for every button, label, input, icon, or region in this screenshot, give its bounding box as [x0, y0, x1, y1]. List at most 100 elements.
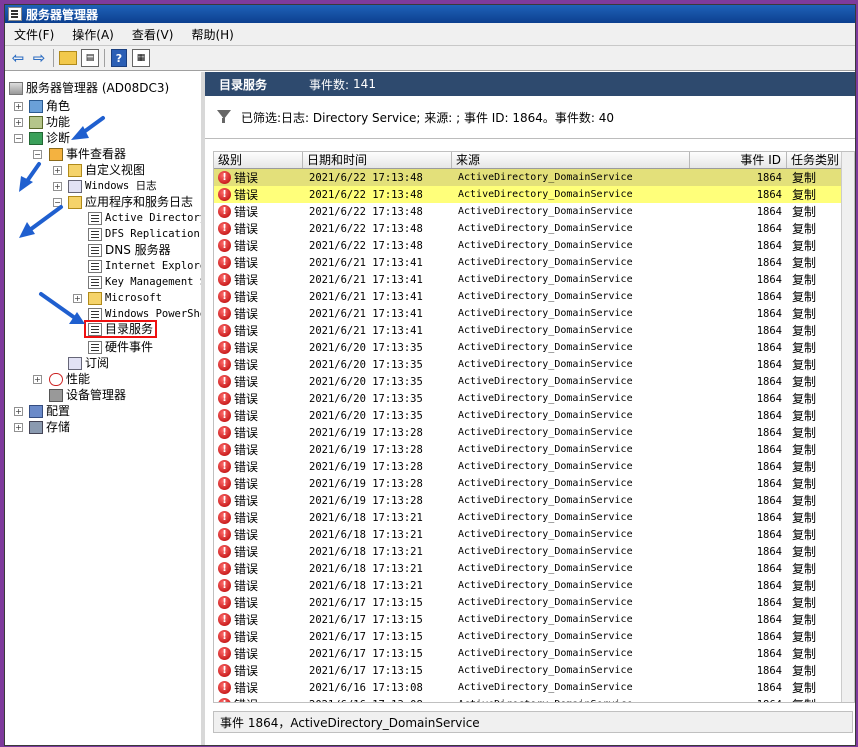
table-row[interactable]: !错误2021/6/16 17:13:08ActiveDirectory_Dom…: [214, 696, 854, 703]
cell-level-text: 错误: [234, 307, 259, 321]
error-icon: !: [218, 239, 231, 252]
cell-datetime: 2021/6/19 17:13:28: [309, 477, 423, 490]
table-row[interactable]: ! 错误 2021/6/18 17:13:21 ActiveDirectory_Dom…: [214, 577, 854, 594]
table-row[interactable]: !错误2021/6/16 17:13:08ActiveDirectory_Dom…: [214, 679, 854, 696]
column-header-level[interactable]: 级别: [214, 152, 303, 168]
cell-level: !错误: [214, 543, 303, 560]
cell-level-text: 错误: [234, 630, 259, 644]
properties-icon[interactable]: ▦: [132, 49, 150, 67]
cell-event-id: 1864: [756, 613, 782, 626]
cell-datetime: 2021/6/21 17:13:41: [309, 307, 423, 320]
cell-event-id: 1864: [756, 188, 782, 201]
cell-level-text: 错误: [234, 239, 259, 253]
show-hide-tree-icon[interactable]: ▤: [81, 49, 99, 67]
cell-datetime: 2021/6/17 17:13:15: [309, 664, 423, 677]
table-row[interactable]: ! 错误 2021/6/18 17:13:21 ActiveDirectory_Dom…: [214, 509, 854, 526]
cell-event-id: 1864: [756, 477, 782, 490]
table-row[interactable]: ! 错误 2021/6/22 17:13:48 ActiveDirectory_Dom…: [214, 169, 854, 186]
table-row[interactable]: ! 错误 2021/6/20 17:13:35 ActiveDirectory_Dom…: [214, 407, 854, 424]
cell-task-category: 复制: [792, 647, 817, 661]
menu-file[interactable]: 文件(F): [5, 26, 63, 43]
tree-item-storage[interactable]: 存储: [29, 419, 70, 435]
column-header-task-category[interactable]: 任务类别: [787, 152, 847, 168]
expand-configuration-toggle[interactable]: +: [14, 407, 23, 416]
cell-task-category: 复制: [792, 375, 817, 389]
cell-event-id: 1864: [756, 511, 782, 524]
table-row[interactable]: ! 错误 2021/6/19 17:13:28 ActiveDirectory_Dom…: [214, 424, 854, 441]
menu-view[interactable]: 查看(V): [123, 26, 183, 43]
column-header-event-id[interactable]: 事件 ID: [690, 152, 787, 168]
cell-event-id: 1864: [756, 630, 782, 643]
cell-datetime: 2021/6/21 17:13:41: [309, 256, 423, 269]
table-row[interactable]: ! 错误 2021/6/20 17:13:35 ActiveDirectory_Dom…: [214, 373, 854, 390]
cell-level: !错误: [214, 696, 303, 702]
cell-datetime: 2021/6/22 17:13:48: [309, 205, 423, 218]
vertical-scrollbar[interactable]: [841, 152, 854, 702]
table-row[interactable]: ! 错误 2021/6/21 17:13:41 ActiveDirectory_Dom…: [214, 271, 854, 288]
cell-datetime: 2021/6/21 17:13:41: [309, 290, 423, 303]
cell-event-id: 1864: [756, 409, 782, 422]
table-row[interactable]: ! 错误 2021/6/19 17:13:28 ActiveDirectory_Dom…: [214, 458, 854, 475]
cell-task-category: 复制: [792, 392, 817, 406]
error-icon: !: [218, 630, 231, 643]
error-icon: !: [218, 562, 231, 575]
table-row[interactable]: ! 错误 2021/6/21 17:13:41 ActiveDirectory_Dom…: [214, 305, 854, 322]
arrow-icon: [19, 116, 105, 324]
table-row[interactable]: ! 错误 2021/6/17 17:13:15 ActiveDirectory_Dom…: [214, 645, 854, 662]
table-row[interactable]: ! 错误 2021/6/17 17:13:15 ActiveDirectory_Dom…: [214, 611, 854, 628]
toolbar-separator: [53, 49, 54, 67]
up-folder-icon[interactable]: [59, 51, 77, 65]
cell-event-id: 1864: [756, 664, 782, 677]
back-arrow-icon[interactable]: ⇦: [8, 48, 28, 68]
cell-task-category: 复制: [792, 477, 817, 491]
cell-event-id: 1864: [756, 256, 782, 269]
table-row[interactable]: ! 错误 2021/6/19 17:13:28 ActiveDirectory_Dom…: [214, 441, 854, 458]
table-row[interactable]: ! 错误 2021/6/19 17:13:28 ActiveDirectory_Dom…: [214, 475, 854, 492]
table-row[interactable]: ! 错误 2021/6/19 17:13:28 ActiveDirectory_Dom…: [214, 492, 854, 509]
table-row[interactable]: ! 错误 2021/6/20 17:13:35 ActiveDirectory_Dom…: [214, 339, 854, 356]
cell-level: !错误: [214, 305, 303, 322]
menu-help[interactable]: 帮助(H): [182, 26, 242, 43]
table-row[interactable]: ! 错误 2021/6/21 17:13:41 ActiveDirectory_Dom…: [214, 322, 854, 339]
cell-level: !错误: [214, 458, 303, 475]
menu-action[interactable]: 操作(A): [63, 26, 123, 43]
table-header: 级别 日期和时间 来源 事件 ID 任务类别: [214, 152, 854, 169]
table-row[interactable]: ! 错误 2021/6/21 17:13:41 ActiveDirectory_Dom…: [214, 254, 854, 271]
cell-level-text: 错误: [234, 290, 259, 304]
tree-item-device-manager[interactable]: 设备管理器: [49, 387, 126, 403]
cell-task-category: 复制: [792, 630, 817, 644]
tree-item-performance[interactable]: 性能: [49, 371, 90, 387]
tree-item-label: 性能: [66, 372, 91, 386]
cell-event-id: 1864: [756, 647, 782, 660]
table-row[interactable]: ! 错误 2021/6/18 17:13:21 ActiveDirectory_Dom…: [214, 543, 854, 560]
table-row[interactable]: ! 错误 2021/6/20 17:13:35 ActiveDirectory_Dom…: [214, 356, 854, 373]
table-row[interactable]: ! 错误 2021/6/18 17:13:21 ActiveDirectory_Dom…: [214, 526, 854, 543]
table-row[interactable]: ! 错误 2021/6/20 17:13:35 ActiveDirectory_Dom…: [214, 390, 854, 407]
column-header-source[interactable]: 来源: [452, 152, 690, 168]
table-row[interactable]: ! 错误 2021/6/22 17:13:48 ActiveDirectory_Dom…: [214, 203, 854, 220]
filter-icon: [217, 110, 231, 124]
table-row[interactable]: ! 错误 2021/6/17 17:13:15 ActiveDirectory_Dom…: [214, 594, 854, 611]
cell-level: !错误: [214, 373, 303, 390]
table-row[interactable]: ! 错误 2021/6/22 17:13:48 ActiveDirectory_Dom…: [214, 237, 854, 254]
cell-level: !错误: [214, 288, 303, 305]
table-row[interactable]: ! 错误 2021/6/21 17:13:41 ActiveDirectory_Dom…: [214, 288, 854, 305]
cell-event-id: 1864: [690, 699, 787, 703]
cell-source: ActiveDirectory_DomainService: [458, 444, 633, 455]
device-manager-icon: [49, 389, 63, 402]
cell-level: !错误: [214, 339, 303, 356]
expand-performance-toggle[interactable]: +: [33, 375, 42, 384]
forward-arrow-icon[interactable]: ⇨: [29, 48, 49, 68]
table-row[interactable]: ! 错误 2021/6/18 17:13:21 ActiveDirectory_Dom…: [214, 560, 854, 577]
table-row[interactable]: ! 错误 2021/6/17 17:13:15 ActiveDirectory_Dom…: [214, 662, 854, 679]
table-row[interactable]: ! 错误 2021/6/17 17:13:15 ActiveDirectory_Dom…: [214, 628, 854, 645]
table-row[interactable]: ! 错误 2021/6/22 17:13:48 ActiveDirectory_Dom…: [214, 186, 854, 203]
expand-storage-toggle[interactable]: +: [14, 423, 23, 432]
cell-task-category: 复制: [792, 341, 817, 355]
help-icon[interactable]: ?: [111, 49, 127, 67]
cell-event-id: 1864: [756, 460, 782, 473]
tree-item-configuration[interactable]: 配置: [29, 403, 70, 419]
column-header-datetime[interactable]: 日期和时间: [303, 152, 452, 168]
cell-level-text: 错误: [234, 562, 259, 576]
table-row[interactable]: ! 错误 2021/6/22 17:13:48 ActiveDirectory_Dom…: [214, 220, 854, 237]
